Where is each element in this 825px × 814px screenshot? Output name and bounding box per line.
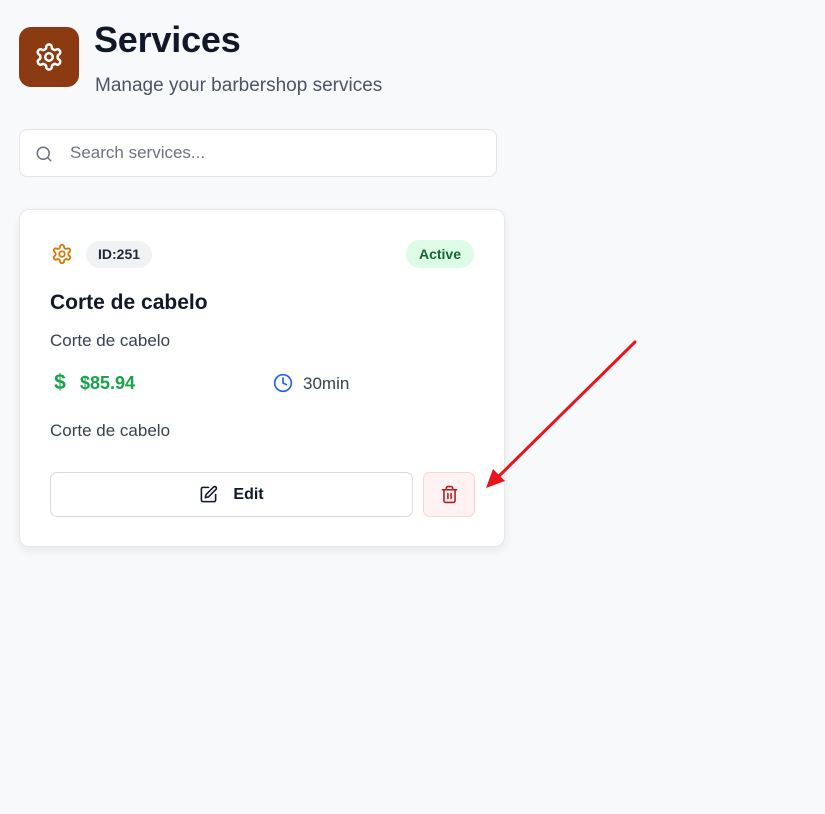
clock-icon — [273, 373, 293, 393]
service-name: Corte de cabelo — [50, 291, 208, 314]
gear-icon — [52, 243, 72, 265]
edit-button[interactable]: Edit — [50, 472, 413, 517]
search-box[interactable] — [19, 129, 497, 177]
page-title: Services — [94, 19, 241, 60]
search-input[interactable] — [70, 130, 490, 176]
service-id-badge: ID:251 — [86, 241, 153, 268]
edit-icon — [200, 485, 218, 503]
header-logo-icon — [19, 27, 79, 87]
service-price: $85.94 — [80, 373, 136, 393]
trash-icon — [441, 485, 457, 504]
service-card: ID:251 Active Corte de cabelo Corte de c… — [19, 209, 505, 547]
service-notes: Corte de cabelo — [50, 421, 171, 440]
edit-button-label: Edit — [233, 485, 264, 503]
search-icon — [36, 146, 52, 162]
status-badge: Active — [405, 240, 474, 268]
gear-icon — [36, 43, 62, 71]
page-subtitle: Manage your barbershop services — [95, 75, 383, 96]
delete-button[interactable] — [423, 472, 475, 517]
service-duration: 30min — [303, 374, 350, 393]
dollar-icon: $ — [54, 371, 66, 394]
service-description: Corte de cabelo — [50, 331, 171, 350]
